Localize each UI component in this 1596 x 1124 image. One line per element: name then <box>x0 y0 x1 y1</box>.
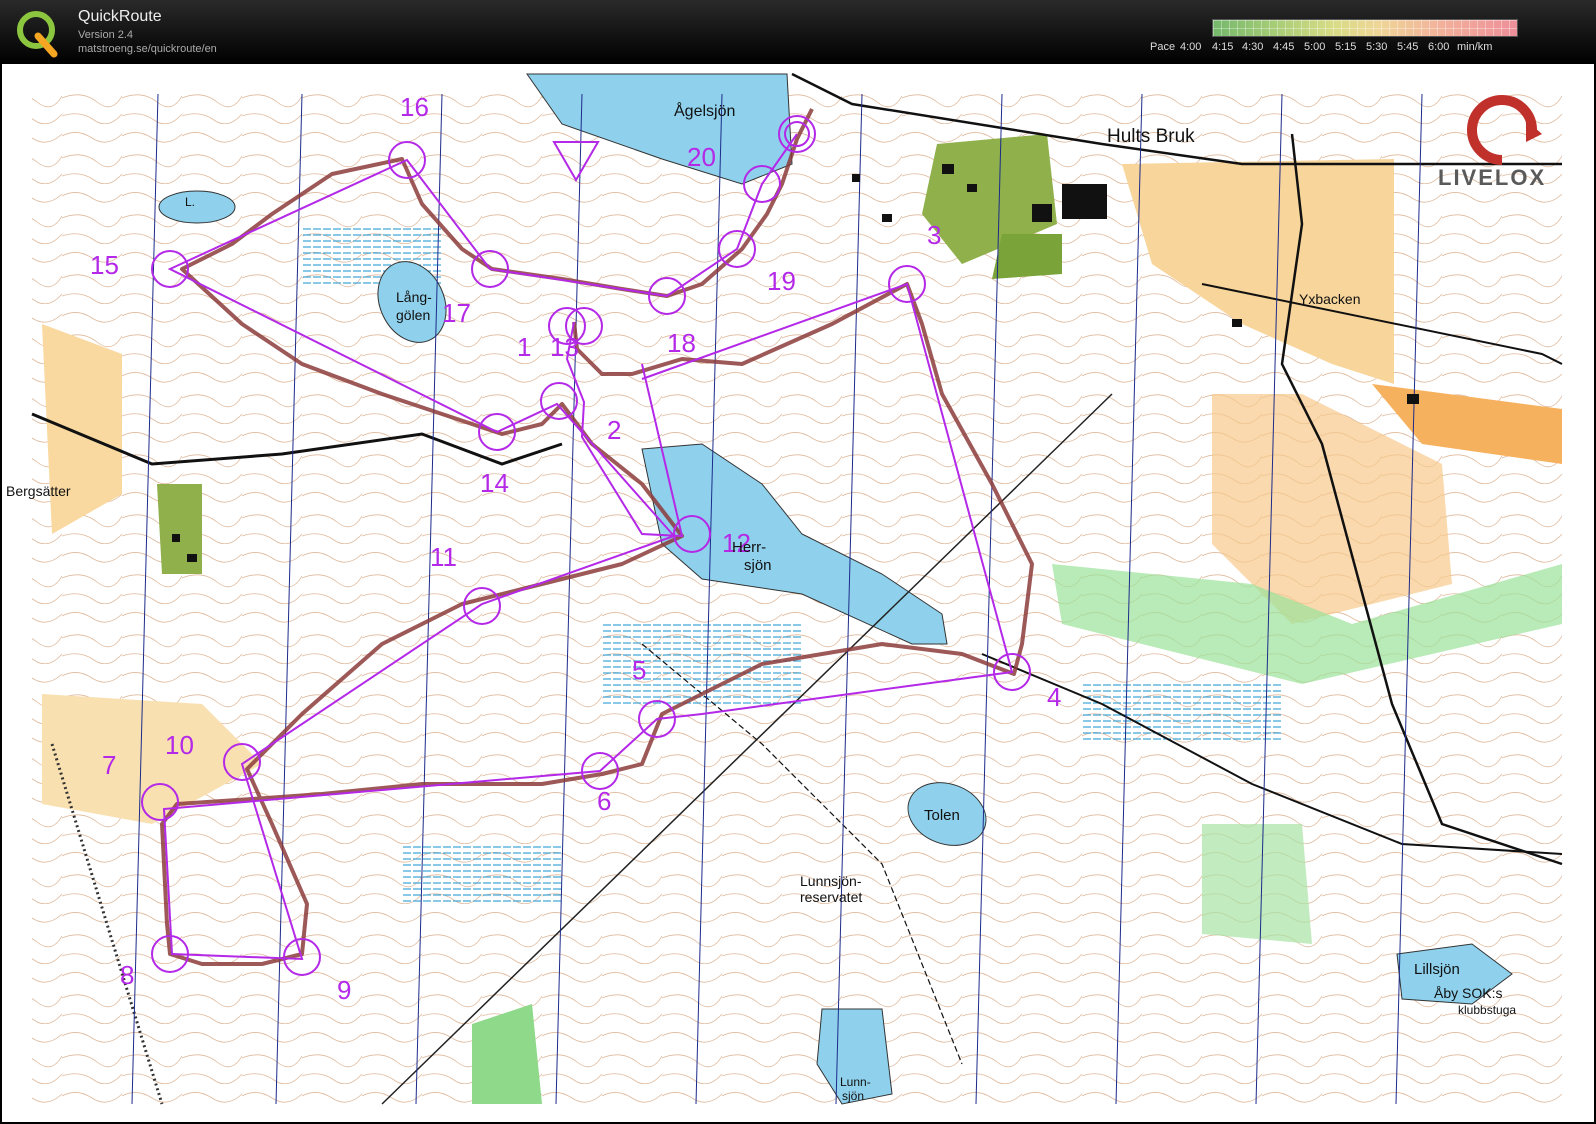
control-number: 13 <box>550 332 579 362</box>
control-number: 10 <box>165 730 194 760</box>
control-number: 1 <box>517 332 531 362</box>
app-header: QuickRoute Version 2.4 matstroeng.se/qui… <box>0 0 1596 64</box>
pace-label: Pace <box>1150 41 1176 53</box>
control-number: 15 <box>90 250 119 280</box>
app-title: QuickRoute <box>78 8 162 25</box>
control-number: 5 <box>632 655 646 685</box>
marsh <box>1082 684 1282 744</box>
control-number: 14 <box>480 468 509 498</box>
control-number: 9 <box>337 975 351 1005</box>
app-version: Version 2.4 <box>78 29 134 41</box>
pace-tick: 5:15 <box>1335 41 1357 53</box>
place-name: Lång- <box>396 289 432 305</box>
green-area <box>1202 824 1312 944</box>
place-name: reservatet <box>800 889 862 905</box>
place-name: sjön <box>744 557 772 574</box>
pace-tick: 4:45 <box>1273 41 1295 53</box>
place-name: Bergsätter <box>6 483 71 499</box>
app-url[interactable]: matstroeng.se/quickroute/en <box>78 43 217 55</box>
pace-tick: 4:00 <box>1180 41 1202 53</box>
control-number: 19 <box>767 266 796 296</box>
livelox-brand: LIVELOX <box>1438 165 1547 190</box>
lake-l <box>158 190 236 224</box>
control-number: 2 <box>607 415 621 445</box>
pace-tick: 4:30 <box>1242 41 1264 53</box>
place-name: Herr- <box>732 539 766 556</box>
place-name: Tolen <box>924 807 960 824</box>
control-number: 11 <box>430 542 457 572</box>
pace-scale-ticks: Pace 4:00 4:15 4:30 4:45 5:00 5:15 5:30 … <box>1150 41 1590 55</box>
control-number: 8 <box>120 960 134 990</box>
green-area <box>992 234 1062 279</box>
control-number: 4 <box>1047 682 1061 712</box>
pace-tick: 5:45 <box>1397 41 1419 53</box>
pace-tick: 5:00 <box>1304 41 1326 53</box>
place-name: L. <box>185 195 195 209</box>
pace-color-scale <box>1212 19 1518 37</box>
place-name: Åby SOK:s <box>1434 985 1502 1001</box>
pace-tick: 6:00 <box>1428 41 1450 53</box>
pace-unit: min/km <box>1457 41 1493 53</box>
map-canvas[interactable]: 1 2 3 4 5 6 7 8 9 10 11 12 13 14 15 16 1… <box>2 64 1594 1122</box>
place-name: Yxbacken <box>1299 291 1360 307</box>
control-number: 16 <box>400 92 429 122</box>
place-name: gölen <box>396 307 430 323</box>
control-number: 17 <box>442 298 471 328</box>
control-number: 20 <box>687 142 716 172</box>
marsh <box>402 844 562 904</box>
control-number: 18 <box>667 328 696 358</box>
pace-tick: 5:30 <box>1366 41 1388 53</box>
quickroute-logo-icon <box>17 11 58 58</box>
orienteering-map[interactable]: 1 2 3 4 5 6 7 8 9 10 11 12 13 14 15 16 1… <box>2 64 1594 1122</box>
control-number: 6 <box>597 786 611 816</box>
place-name: Hults Bruk <box>1107 126 1195 147</box>
control-number: 7 <box>102 750 116 780</box>
place-name: klubbstuga <box>1458 1003 1516 1017</box>
control-number: 3 <box>927 220 941 250</box>
place-name: sjön <box>842 1089 864 1103</box>
place-name: Lunnsjön- <box>800 873 862 889</box>
place-name: Lunn- <box>840 1075 871 1089</box>
place-name: Lillsjön <box>1414 961 1460 978</box>
place-name: Ågelsjön <box>674 101 735 120</box>
pace-tick: 4:15 <box>1212 41 1234 53</box>
